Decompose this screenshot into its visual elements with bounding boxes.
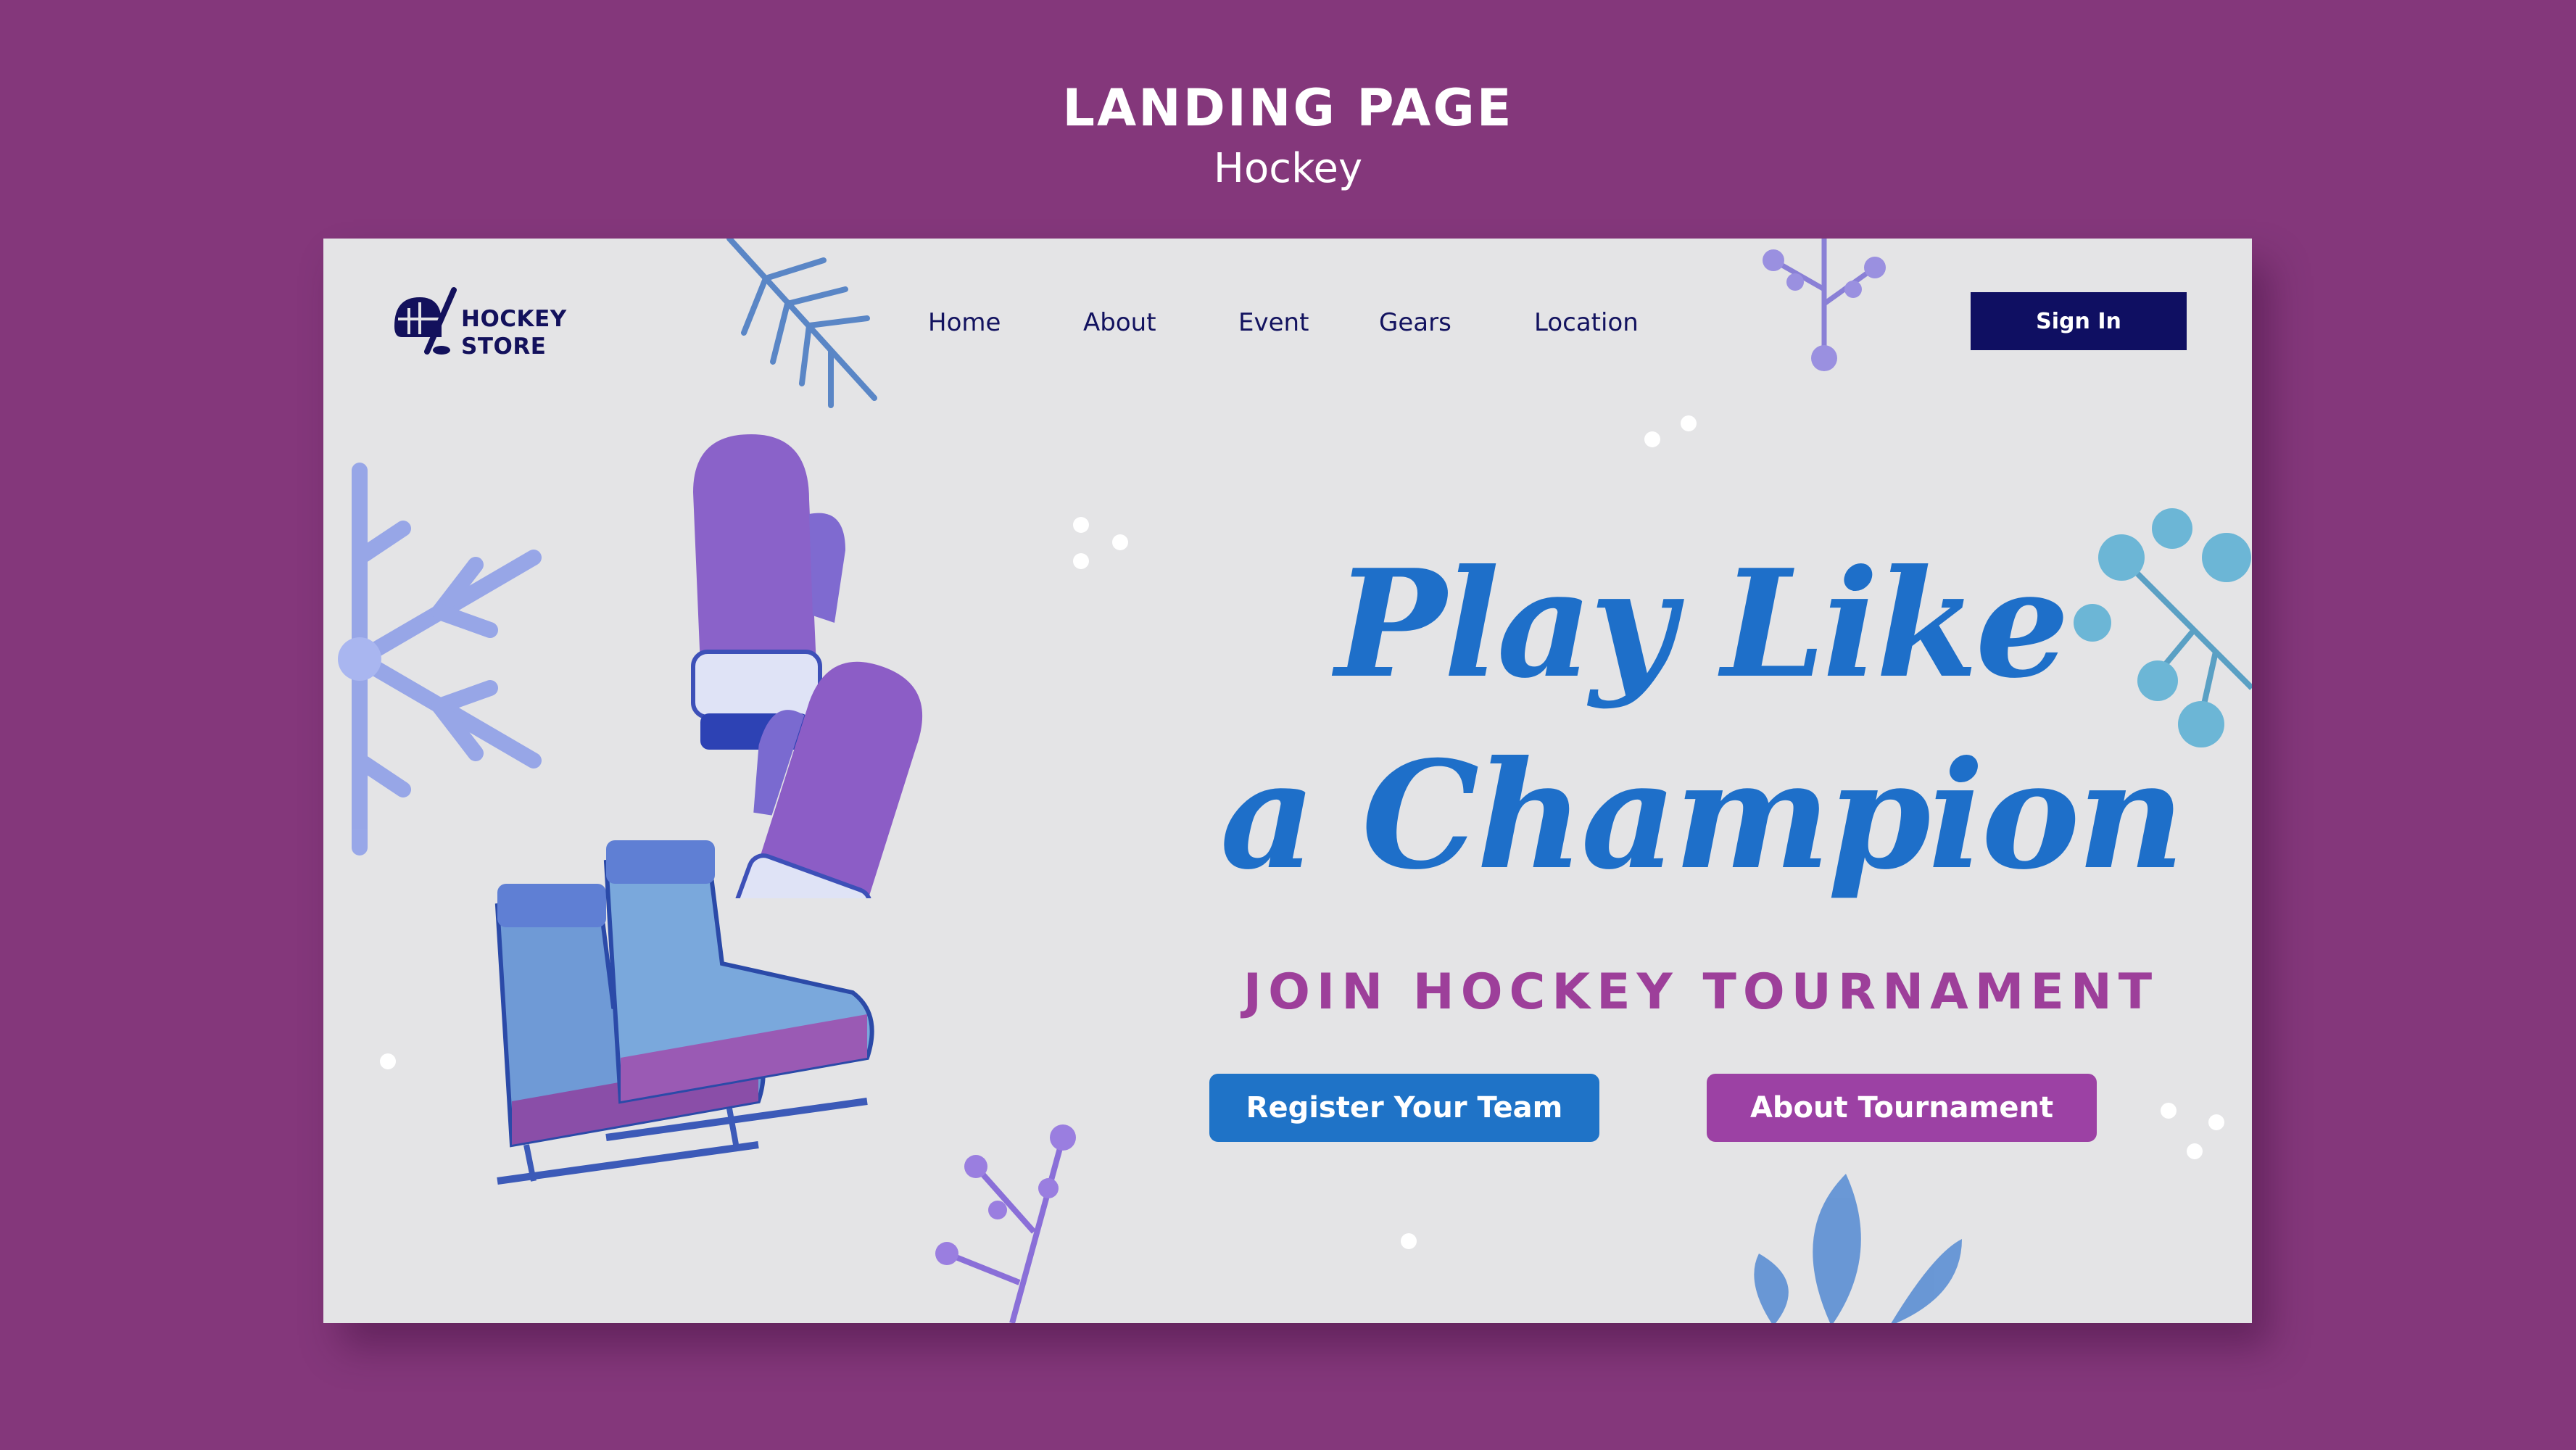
pine-branch-icon: [726, 239, 877, 408]
headline-line1: Play Like: [1335, 537, 2070, 711]
sign-in-button[interactable]: Sign In: [1971, 292, 2187, 350]
hero-subheadline: JOIN HOCKEY TOURNAMENT: [1243, 964, 2159, 1021]
register-team-button[interactable]: Register Your Team: [1209, 1074, 1599, 1142]
snow-dot: [2161, 1103, 2177, 1119]
snow-dot: [1073, 553, 1089, 569]
presentation-subtitle: Hockey: [1213, 145, 1363, 192]
brand-line1: HOCKEY: [461, 306, 567, 332]
snow-dot: [2187, 1143, 2203, 1159]
hockey-helmet-stick-icon[interactable]: [387, 286, 460, 359]
snow-dot: [1644, 431, 1660, 447]
nav-gears[interactable]: Gears: [1379, 308, 1451, 337]
presentation-title: LANDING PAGE: [1062, 78, 1514, 138]
snow-dot: [1401, 1233, 1417, 1249]
berry-branch-icon: [1763, 239, 1886, 371]
brand-name[interactable]: HOCKEY STORE: [461, 305, 567, 360]
snow-dot: [380, 1053, 396, 1069]
snow-dot: [1073, 517, 1089, 533]
mittens-icon: [691, 434, 923, 898]
ice-skates-icon: [494, 840, 874, 1185]
nav-home[interactable]: Home: [928, 308, 1001, 337]
snow-dot: [1681, 415, 1697, 431]
snowflake-icon: [338, 463, 542, 856]
nav-event[interactable]: Event: [1238, 308, 1309, 337]
snow-dot: [2208, 1114, 2224, 1130]
nav-location[interactable]: Location: [1534, 308, 1639, 337]
leaf-icon: [1754, 1174, 1962, 1323]
berry-branch-icon: [935, 1124, 1076, 1323]
headline-line2: a Champion: [1219, 729, 2184, 903]
snow-dot: [1112, 534, 1128, 550]
nav-about[interactable]: About: [1083, 308, 1156, 337]
about-tournament-button[interactable]: About Tournament: [1707, 1074, 2097, 1142]
hero-headline: Play Like a Champion: [1143, 529, 2252, 911]
brand-line2: STORE: [461, 334, 547, 360]
landing-page-mockup: HOCKEY STORE Home About Event Gears Loca…: [323, 239, 2252, 1323]
